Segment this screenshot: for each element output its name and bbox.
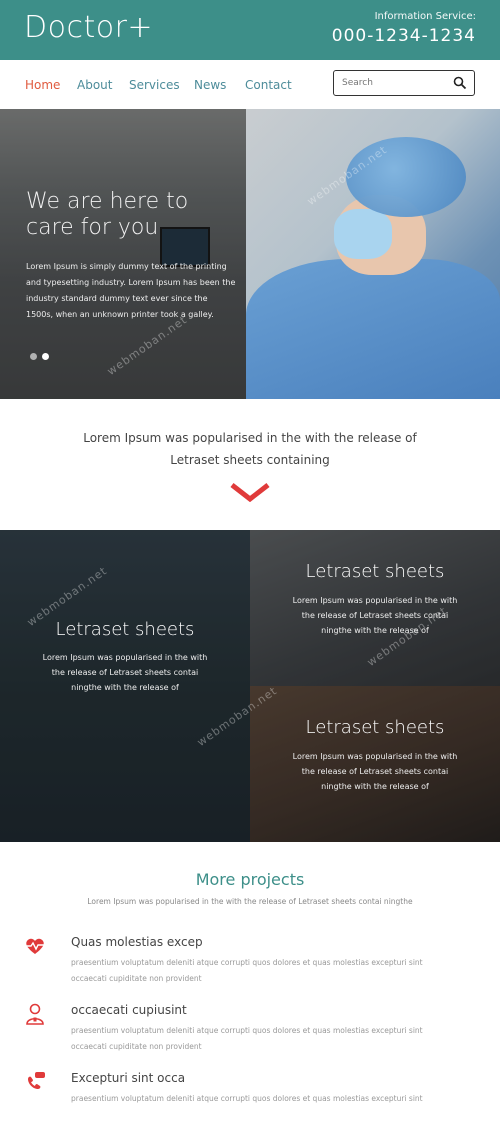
projects-subtitle: Lorem Ipsum was popularised in the with …: [87, 897, 413, 906]
project-item[interactable]: Quas molestias excep praesentium volupta…: [0, 935, 500, 1005]
tile-left[interactable]: Letraset sheets Lorem Ipsum was populari…: [0, 530, 250, 842]
project-item-title: occaecati cupiusint: [71, 1003, 187, 1017]
intro-text: Lorem Ipsum was popularised in the with …: [0, 427, 500, 471]
heart-pulse-icon: [26, 938, 44, 954]
projects-title: More projects: [195, 870, 305, 889]
project-item-title: Quas molestias excep: [71, 935, 203, 949]
slider-dots: [30, 345, 54, 364]
slider-dot-1[interactable]: [30, 353, 37, 360]
feature-tiles: Letraset sheets Lorem Ipsum was populari…: [0, 530, 500, 842]
doctor-icon: [26, 1003, 44, 1025]
phone-number: 000-1234-1234: [331, 26, 476, 46]
project-item-text: praesentium voluptatum deleniti atque co…: [71, 958, 423, 983]
tile-right-bottom[interactable]: Letraset sheets Lorem Ipsum was populari…: [250, 686, 500, 842]
search-input[interactable]: [342, 76, 452, 90]
tile-text: Lorem Ipsum was popularised in the with …: [42, 653, 208, 692]
tile-text: Lorem Ipsum was popularised in the with …: [292, 752, 458, 791]
nav-services[interactable]: Services: [129, 78, 180, 92]
nav-about[interactable]: About: [77, 78, 112, 92]
hero-slider: We are here to care for you Lorem Ipsum …: [0, 109, 500, 399]
project-item[interactable]: occaecati cupiusint praesentium voluptat…: [0, 1003, 500, 1073]
nav-news[interactable]: News: [194, 78, 226, 92]
tile-title: Letraset sheets: [305, 717, 445, 738]
chevron-down-icon[interactable]: [230, 482, 270, 502]
slider-dot-2[interactable]: [42, 353, 49, 360]
site-logo[interactable]: Doctor+: [24, 10, 153, 45]
nav-contact[interactable]: Contact: [245, 78, 292, 92]
phone-chat-icon: [28, 1072, 45, 1089]
hero-text: Lorem Ipsum is simply dummy text of the …: [26, 262, 236, 319]
tile-title: Letraset sheets: [305, 561, 445, 582]
hero-title: We are here to care for you: [26, 189, 189, 240]
project-item-text: praesentium voluptatum deleniti atque co…: [71, 1094, 423, 1103]
nav-home[interactable]: Home: [25, 78, 60, 92]
search-icon[interactable]: [453, 76, 467, 90]
info-label: Information Service:: [374, 11, 476, 22]
intro-line-2: Letraset sheets containing: [170, 453, 330, 467]
project-item-title: Excepturi sint occa: [71, 1071, 186, 1085]
top-header: Doctor+ Information Service: 000-1234-12…: [0, 0, 500, 60]
search-box: [333, 70, 475, 96]
project-item[interactable]: Excepturi sint occa praesentium voluptat…: [0, 1071, 500, 1141]
intro-line-1: Lorem Ipsum was popularised in the with …: [83, 431, 417, 445]
info-service: Information Service: 000-1234-1234: [332, 11, 476, 46]
project-item-text: praesentium voluptatum deleniti atque co…: [71, 1026, 423, 1051]
